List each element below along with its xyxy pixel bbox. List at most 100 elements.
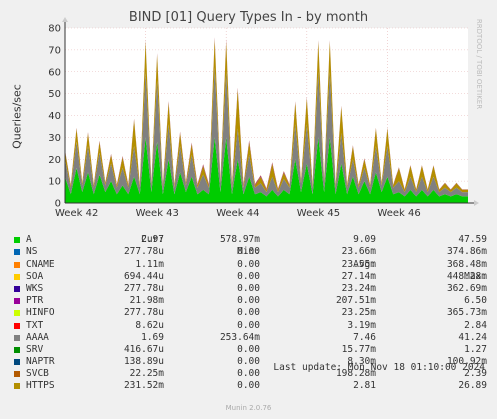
y-tick-label: 80 — [48, 24, 61, 35]
legend-max: 374.86m — [446, 246, 487, 258]
legend-name: A — [26, 234, 32, 246]
legend-max: 368.48m — [446, 258, 487, 270]
legend-min: 253.64m — [219, 331, 260, 343]
x-axis-arrow — [474, 200, 479, 206]
legend-row-txt: TXT 8.62u 0.00 3.19m 2.84 — [12, 320, 487, 332]
legend-avg: 23.66m — [341, 246, 376, 258]
legend-row-naptr: NAPTR 138.89u 0.00 8.30m 100.92m — [12, 356, 487, 368]
legend-cur: 277.78u — [123, 307, 164, 319]
legend-avg: 207.51m — [335, 295, 376, 307]
legend-max: 6.50 — [464, 295, 487, 307]
legend-avg: 7.46 — [353, 331, 376, 343]
legend-min: 0.00 — [237, 307, 260, 319]
y-tick-label: 60 — [48, 67, 61, 78]
y-tick-label: 20 — [48, 155, 61, 166]
legend-min: 0.00 — [237, 258, 260, 270]
legend-max: 41.24 — [458, 331, 487, 343]
legend-swatch — [14, 285, 20, 292]
x-tick-label: Week 44 — [216, 208, 259, 219]
legend-name: SRV — [26, 343, 44, 355]
legend-avg: 9.09 — [353, 234, 376, 246]
y-axis-arrow — [62, 17, 68, 22]
legend-max: 26.89 — [458, 380, 487, 392]
x-tick-label: Week 45 — [297, 208, 340, 219]
legend-cur: 694.44u — [123, 270, 164, 282]
legend-min: 0.00 — [237, 380, 260, 392]
x-tick-label: Week 42 — [55, 208, 98, 219]
munin-version: Munin 2.0.76 — [225, 404, 272, 412]
legend-name: HINFO — [26, 307, 55, 319]
legend-name: WKS — [26, 282, 44, 294]
plot-area: 01020304050607080Week 42 Week 43 Week 44 We… — [48, 17, 479, 219]
legend-row-ns: NS 277.78u 0.00 23.66m 374.86m — [12, 246, 487, 258]
legend-row-ptr: PTR 21.98m 0.00 207.51m 6.50 — [12, 295, 487, 307]
legend-avg: 2.81 — [353, 380, 376, 392]
y-tick-label: 70 — [48, 45, 61, 56]
x-tick-label: Week 43 — [136, 208, 179, 219]
legend-swatch — [14, 273, 20, 280]
legend-cur: 2.97 — [141, 234, 164, 246]
legend-swatch — [14, 383, 20, 390]
last-update: Last update: Mon Nov 18 01:10:00 2024 — [273, 362, 485, 373]
y-tick-label: 50 — [48, 89, 61, 100]
legend-min: 0.00 — [237, 270, 260, 282]
legend-name: AAAA — [26, 331, 49, 343]
legend-cur: 277.78u — [123, 246, 164, 258]
legend-swatch — [14, 298, 20, 305]
legend-row-cname: CNAME 1.11m 0.00 23.55m 368.48m — [12, 259, 487, 271]
legend-swatch — [14, 249, 20, 256]
legend-min: 0.00 — [237, 295, 260, 307]
legend-swatch — [14, 346, 20, 353]
legend-max: 1.27 — [464, 343, 487, 355]
legend-row-a: A 2.97 578.97m 9.09 47.59 — [12, 234, 487, 246]
legend-cur: 138.89u — [123, 356, 164, 368]
legend-name: NAPTR — [26, 356, 55, 368]
legend-avg: 3.19m — [347, 319, 376, 331]
legend-row-svcb: SVCB 22.25m 0.00 198.28m 2.39 — [12, 368, 487, 380]
legend-min: 0.00 — [237, 246, 260, 258]
legend-row-wks: WKS 277.78u 0.00 23.24m 362.69m — [12, 283, 487, 295]
legend-avg: 15.77m — [341, 343, 376, 355]
legend-name: PTR — [26, 295, 44, 307]
legend-min: 578.97m — [219, 234, 260, 246]
legend-row-srv: SRV 416.67u 0.00 15.77m 1.27 — [12, 344, 487, 356]
legend-row-aaaa: AAAA 1.69 253.64m 7.46 41.24 — [12, 332, 487, 344]
legend-row-hinfo: HINFO 277.78u 0.00 23.25m 365.73m — [12, 307, 487, 319]
legend-min: 0.00 — [237, 343, 260, 355]
y-tick-label: 30 — [48, 133, 61, 144]
legend-avg: 23.55m — [341, 258, 376, 270]
legend-max: 362.69m — [446, 282, 487, 294]
legend-row-soa: SOA 694.44u 0.00 27.14m 448.28m — [12, 271, 487, 283]
legend-name: NS — [26, 246, 38, 258]
legend-header: Cur: Min: Avg: Max: — [12, 222, 487, 282]
legend-name: TXT — [26, 319, 44, 331]
legend-swatch — [14, 322, 20, 329]
legend-max: 2.84 — [464, 319, 487, 331]
legend-max: 365.73m — [446, 307, 487, 319]
legend-name: SVCB — [26, 368, 49, 380]
legend-row-https: HTTPS 231.52m 0.00 2.81 26.89 — [12, 380, 487, 392]
legend-name: SOA — [26, 270, 44, 282]
legend-cur: 21.98m — [129, 295, 164, 307]
legend-cur: 277.78u — [123, 282, 164, 294]
legend-name: HTTPS — [26, 380, 55, 392]
legend-min: 0.00 — [237, 368, 260, 380]
legend-avg: 27.14m — [341, 270, 376, 282]
x-tick-label: Week 46 — [377, 208, 420, 219]
legend-min: 0.00 — [237, 356, 260, 368]
legend-cur: 231.52m — [123, 380, 164, 392]
legend-avg: 23.24m — [341, 282, 376, 294]
y-tick-label: 40 — [48, 111, 61, 122]
legend-swatch — [14, 237, 20, 244]
legend-swatch — [14, 359, 20, 366]
legend-max: 448.28m — [446, 270, 487, 282]
legend-cur: 1.69 — [141, 331, 164, 343]
legend: Cur: Min: Avg: Max: A 2.97 578.97m 9.09 47.5… — [12, 222, 487, 393]
legend-max: 47.59 — [458, 234, 487, 246]
legend-cur: 416.67u — [123, 343, 164, 355]
legend-cur: 22.25m — [129, 368, 164, 380]
legend-cur: 8.62u — [135, 319, 164, 331]
legend-swatch — [14, 371, 20, 378]
legend-cur: 1.11m — [135, 258, 164, 270]
legend-swatch — [14, 310, 20, 317]
